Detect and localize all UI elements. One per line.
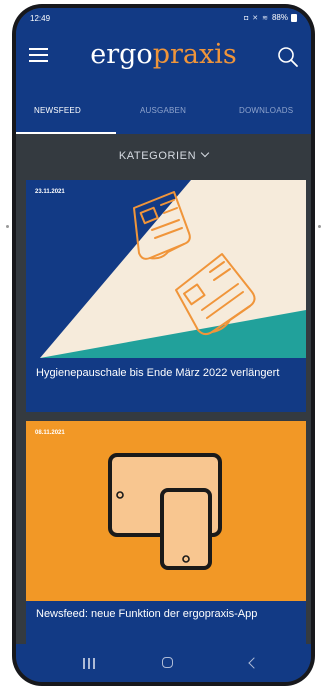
- phone-frame: 12:49 ◘ ✕ ≋ 88% ergopraxis NEWSFEED AUSG…: [12, 4, 315, 686]
- status-time: 12:49: [30, 14, 51, 23]
- status-bar: 12:49 ◘ ✕ ≋ 88%: [16, 8, 311, 30]
- logo-ergo: ergo: [90, 39, 153, 70]
- battery-percent: 88%: [271, 13, 288, 22]
- recent-apps-icon[interactable]: [83, 658, 96, 669]
- article-image: 08.11.2021: [26, 421, 306, 601]
- tab-newsfeed[interactable]: NEWSFEED: [34, 106, 81, 115]
- app-bar: ergopraxis: [16, 30, 311, 82]
- home-icon[interactable]: [162, 657, 173, 668]
- side-dot-left: [6, 225, 9, 228]
- side-dot-right: [318, 225, 321, 228]
- news-card[interactable]: 08.11.2021 Newsfeed: neue Funktion der e…: [26, 421, 306, 644]
- newspaper-illustration: [26, 180, 306, 358]
- news-card[interactable]: 23.11.2021 Hygienepauschale bis Ende Mär…: [26, 180, 306, 412]
- article-date: 08.11.2021: [35, 430, 65, 436]
- app-logo: ergopraxis: [16, 40, 311, 70]
- devices-illustration: [26, 421, 306, 601]
- article-title: Hygienepauschale bis Ende März 2022 verl…: [26, 358, 306, 412]
- status-icons: ◘ ✕ ≋: [244, 14, 269, 22]
- tab-ausgaben[interactable]: AUSGABEN: [140, 106, 186, 115]
- categories-row: KATEGORIEN: [16, 148, 311, 162]
- back-icon[interactable]: [248, 657, 260, 669]
- logo-praxis: praxis: [152, 39, 237, 70]
- chevron-down-icon: [200, 148, 210, 158]
- battery-icon: [291, 13, 297, 22]
- status-indicators: ◘ ✕ ≋ 88%: [244, 13, 297, 22]
- screen: 12:49 ◘ ✕ ≋ 88% ergopraxis NEWSFEED AUSG…: [16, 8, 311, 682]
- tab-downloads[interactable]: DOWNLOADS: [239, 106, 293, 115]
- tab-bar: NEWSFEED AUSGABEN DOWNLOADS: [16, 82, 311, 134]
- categories-filter[interactable]: KATEGORIEN: [16, 134, 311, 178]
- search-icon[interactable]: [277, 46, 299, 68]
- article-title: Newsfeed: neue Funktion der ergopraxis-A…: [26, 601, 306, 644]
- article-image: 23.11.2021: [26, 180, 306, 358]
- system-nav-bar: [16, 644, 311, 682]
- article-date: 23.11.2021: [35, 189, 65, 195]
- categories-label: KATEGORIEN: [118, 150, 197, 162]
